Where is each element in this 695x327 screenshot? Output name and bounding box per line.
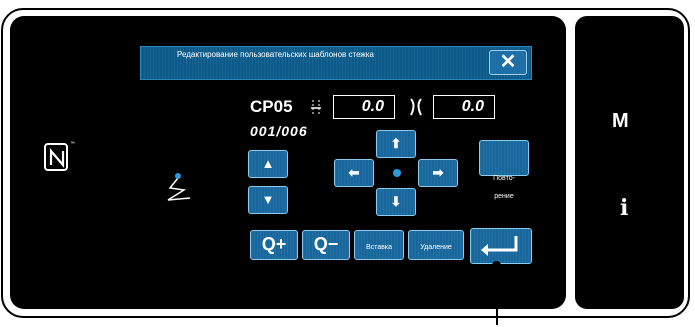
repeat-button[interactable]: Повто- рение	[479, 140, 529, 200]
mode-button[interactable]: M	[612, 110, 629, 133]
arrow-up-icon: ⬆	[390, 136, 402, 151]
enter-icon	[481, 236, 518, 256]
dialog-title: Редактирование пользовательских шаблонов…	[177, 50, 374, 59]
dialog-title-bar: Редактирование пользовательских шаблонов…	[140, 46, 532, 80]
zoom-out-button[interactable]: Q−	[302, 230, 350, 260]
stitch-counter: 001/006	[250, 123, 308, 139]
callout-line	[496, 265, 498, 325]
pitch-field[interactable]: 0.0	[333, 95, 395, 119]
delete-button[interactable]: Удаление	[408, 230, 464, 260]
delete-label: Удаление	[420, 244, 452, 251]
up-button[interactable]: ▲	[248, 150, 288, 178]
trademark-mark: ™	[70, 141, 75, 147]
stitch-pitch-icon	[311, 100, 321, 116]
zoom-out-icon: Q−	[313, 234, 339, 254]
arrow-right-icon: ➡	[432, 165, 444, 180]
nfc-icon	[44, 143, 68, 171]
zoom-in-icon: Q+	[261, 234, 287, 254]
move-right-button[interactable]: ➡	[418, 159, 458, 187]
arrow-down-icon: ⬇	[390, 194, 402, 209]
down-button[interactable]: ▼	[248, 186, 288, 214]
pattern-code: CP05	[250, 97, 293, 116]
repeat-label: Повто- рение	[493, 175, 515, 200]
center-dot	[393, 169, 401, 177]
triangle-up-icon: ▲	[261, 156, 275, 171]
move-down-button[interactable]: ⬇	[376, 188, 416, 216]
zoom-in-button[interactable]: Q+	[250, 230, 298, 260]
move-up-button[interactable]: ⬆	[376, 130, 416, 158]
insert-label: Вставка	[365, 244, 393, 251]
insert-button[interactable]: Вставка	[354, 230, 404, 260]
info-button[interactable]: i	[620, 195, 628, 221]
close-button[interactable]: ✕	[489, 50, 527, 75]
stitch-width-icon	[410, 98, 422, 116]
width-field[interactable]: 0.0	[433, 95, 495, 119]
enter-button[interactable]	[470, 228, 532, 264]
side-screen	[575, 16, 684, 309]
triangle-down-icon: ▼	[261, 192, 275, 207]
arrow-left-icon: ⬅	[348, 165, 360, 180]
stitch-preview	[167, 173, 191, 201]
move-left-button[interactable]: ⬅	[334, 159, 374, 187]
